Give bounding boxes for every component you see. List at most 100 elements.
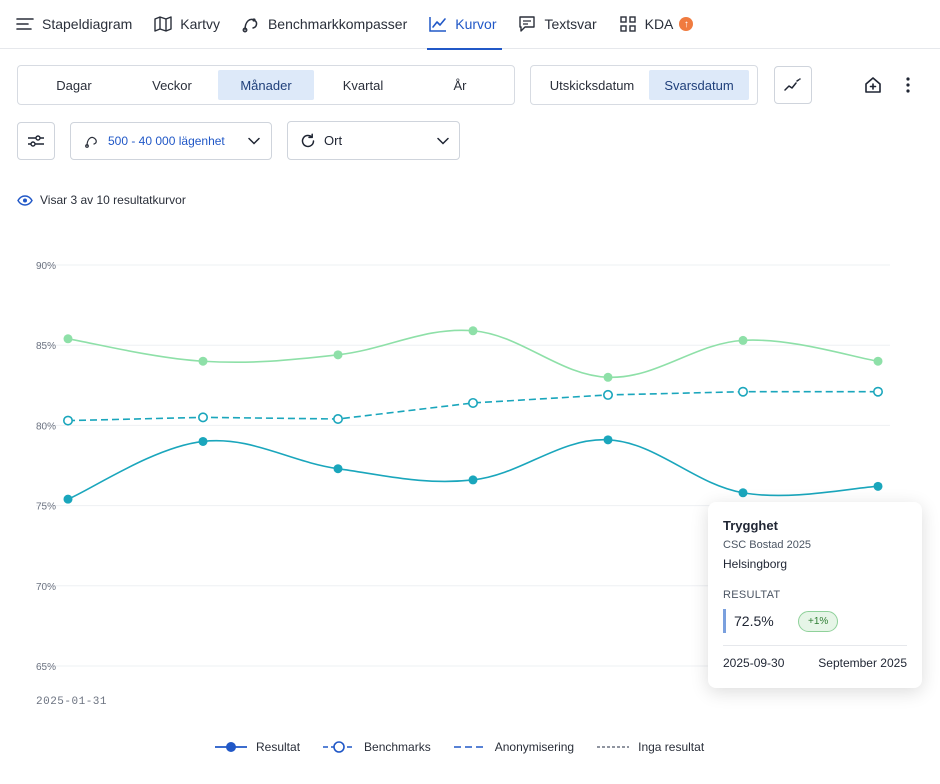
legend-item-benchmarks[interactable]: Benchmarks [322,740,431,754]
legend-dotted-line-icon [597,746,630,748]
data-point[interactable] [468,326,478,336]
y-tick-label: 75% [36,502,56,513]
legend-label: Inga resultat [638,740,705,754]
date-type-utskick[interactable]: Utskicksdatum [535,70,649,100]
tab-label: KDA [644,16,674,32]
data-point[interactable] [63,494,73,504]
legend-item-resultat[interactable]: Resultat [214,740,300,754]
kebab-menu-icon [906,77,910,93]
data-point[interactable] [198,436,208,446]
data-point[interactable] [333,464,343,474]
size-dropdown-value: 500 - 40 000 lägenhet [108,134,225,148]
legend-item-anonymisering[interactable]: Anonymisering [453,740,574,754]
chevron-down-icon [437,137,449,145]
eye-icon [17,194,33,206]
x-tick-label: 2025-01-31 [36,696,107,708]
tooltip-month: September 2025 [818,656,907,670]
legend-dashed-line-icon [453,746,486,748]
data-point[interactable] [62,415,73,426]
tab-textsvar[interactable]: Textsvar [518,0,597,49]
data-point[interactable] [468,475,478,485]
location-dropdown[interactable]: Ort [287,121,460,160]
data-point[interactable] [737,386,748,397]
legend-label: Resultat [256,740,301,754]
sliders-icon [28,135,44,147]
data-point[interactable] [603,435,613,445]
bars-icon [16,15,34,33]
y-tick-label: 90% [36,261,56,272]
grid-icon [619,15,637,33]
tooltip-date: 2025-09-30 [723,656,785,670]
tab-benchmarkkompasser[interactable]: Benchmarkkompasser [242,0,407,49]
date-type-svar[interactable]: Svarsdatum [649,70,749,100]
period-ar[interactable]: År [412,70,508,100]
tab-label: Stapeldiagram [42,16,133,32]
tab-kartvy[interactable]: Kartvy [154,0,220,49]
tooltip-change-badge: +1% [798,610,839,632]
series-line [67,439,879,500]
map-icon [154,15,172,33]
y-tick-label: 80% [36,421,56,432]
compass-icon [242,15,260,33]
legend-item-inga-resultat[interactable]: Inga resultat [596,740,704,754]
data-point[interactable] [873,356,883,366]
tab-label: Kurvor [455,16,497,32]
tooltip-value: 72.5% [734,613,774,629]
speech-bubble-icon [518,15,536,33]
top-navigation: Stapeldiagram Kartvy Benchmarkkompasser … [0,0,940,50]
tab-label: Benchmarkkompasser [267,16,408,32]
period-kvartal[interactable]: Kvartal [314,70,412,100]
data-point[interactable] [333,350,343,360]
y-tick-label: 85% [36,341,56,352]
tooltip-subtitle: CSC Bostad 2025 [723,539,812,551]
filter-settings-button[interactable] [17,122,55,160]
data-point[interactable] [738,335,748,345]
tab-stapeldiagram[interactable]: Stapeldiagram [16,0,132,49]
data-point[interactable] [63,334,73,344]
tooltip-label: RESULTAT [723,589,781,601]
y-tick-label: 65% [36,662,56,673]
period-manader[interactable]: Månader [218,70,314,100]
legend-dashed-circle-icon [323,741,356,753]
data-point[interactable] [603,372,613,382]
compass-small-icon [85,136,97,148]
tooltip-footer: 2025-09-30 September 2025 [723,656,907,670]
trend-icon [784,78,801,91]
more-menu-button[interactable] [898,72,918,98]
date-type-selector: Utskicksdatum Svarsdatum [530,65,758,105]
chevron-down-icon [248,137,260,145]
tooltip-divider [723,645,907,646]
data-tooltip: Trygghet CSC Bostad 2025 Helsingborg RES… [708,502,922,688]
data-point[interactable] [872,386,883,397]
size-dropdown[interactable]: 500 - 40 000 lägenhet [70,122,272,160]
visibility-info[interactable]: Visar 3 av 10 resultatkurvor [17,193,186,207]
y-tick-label: 70% [36,582,56,593]
period-dagar[interactable]: Dagar [22,70,126,100]
tooltip-value-bar [723,609,726,633]
series-line [67,329,879,379]
home-button[interactable] [860,72,886,98]
location-dropdown-value: Ort [324,133,343,148]
tab-kurvor[interactable]: Kurvor [427,0,503,50]
home-plus-icon [865,77,881,93]
data-point[interactable] [467,397,478,408]
tooltip-value-row: 72.5% +1% [723,609,907,633]
data-point[interactable] [198,412,209,423]
trend-toggle-button[interactable] [774,66,812,104]
data-point[interactable] [332,413,343,424]
visibility-text: Visar 3 av 10 resultatkurvor [40,193,186,207]
tab-label: Kartvy [180,16,220,32]
refresh-icon [301,132,315,147]
data-point[interactable] [873,481,883,491]
period-veckor[interactable]: Veckor [126,70,218,100]
tab-label: Textsvar [544,16,597,32]
tooltip-city: Helsingborg [723,557,788,571]
chart-legend: Resultat Benchmarks Anonymisering Inga r… [214,740,726,754]
data-point[interactable] [198,356,208,366]
line-chart-icon [429,15,447,33]
data-point[interactable] [738,488,748,498]
legend-solid-dot-icon [215,742,247,752]
legend-label: Benchmarks [364,740,431,754]
data-point[interactable] [602,389,613,400]
tab-kda[interactable]: KDA ↑ [619,0,694,49]
